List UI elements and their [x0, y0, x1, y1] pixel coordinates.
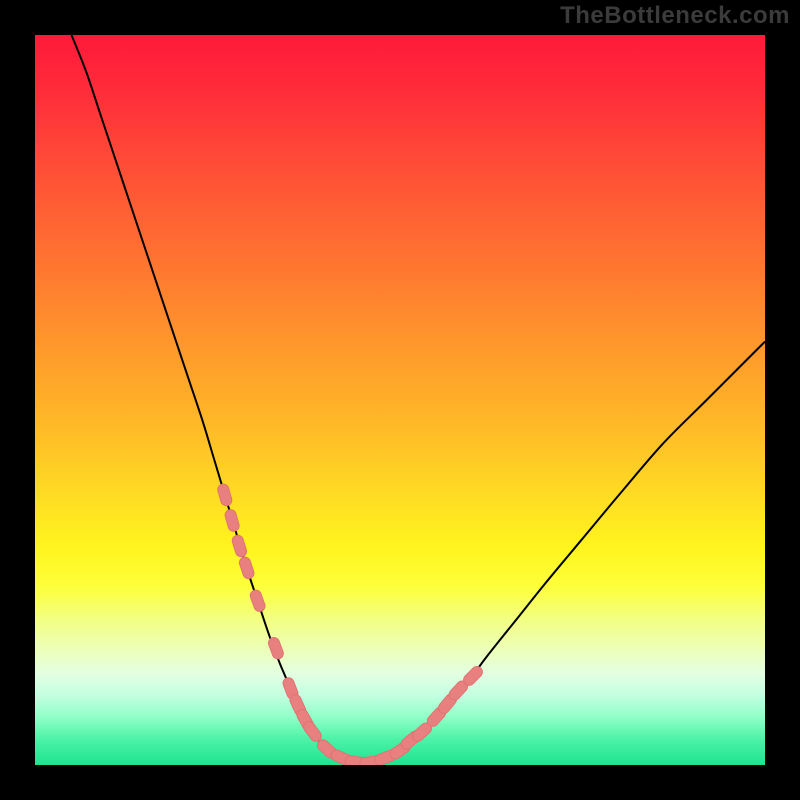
outer-frame: TheBottleneck.com	[0, 0, 800, 800]
plot-background	[35, 35, 765, 765]
bottleneck-chart	[0, 0, 800, 800]
watermark-text: TheBottleneck.com	[560, 2, 790, 30]
